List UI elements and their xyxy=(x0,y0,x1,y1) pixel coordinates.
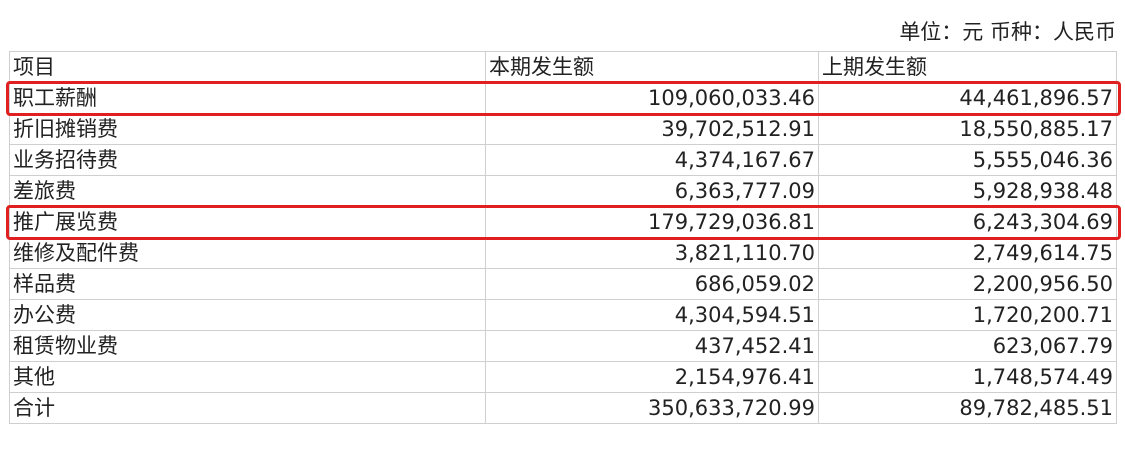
row-item-name: 折旧摊销费 xyxy=(9,113,486,145)
highlight-box xyxy=(5,204,1121,240)
row-previous-amount: 2,749,614.75 xyxy=(818,237,1117,269)
column-header-current-period: 本期发生额 xyxy=(485,51,819,83)
row-item-name: 租赁物业费 xyxy=(9,330,486,362)
total-label: 合计 xyxy=(9,392,486,424)
table-total-row: 合计 350,633,720.99 89,782,485.51 xyxy=(9,392,1117,424)
table-header-row: 项目 本期发生额 上期发生额 xyxy=(9,51,1117,83)
row-current-amount: 4,304,594.51 xyxy=(485,299,819,331)
row-previous-amount: 5,555,046.36 xyxy=(818,144,1117,176)
total-current-amount: 350,633,720.99 xyxy=(485,392,819,424)
table-row: 样品费 686,059.02 2,200,956.50 xyxy=(9,268,1117,300)
row-current-amount: 686,059.02 xyxy=(485,268,819,300)
row-previous-amount: 2,200,956.50 xyxy=(818,268,1117,300)
table-row: 办公费 4,304,594.51 1,720,200.71 xyxy=(9,299,1117,331)
total-previous-amount: 89,782,485.51 xyxy=(818,392,1117,424)
row-item-name: 办公费 xyxy=(9,299,486,331)
column-header-item: 项目 xyxy=(9,51,486,83)
row-current-amount: 6,363,777.09 xyxy=(485,175,819,207)
row-item-name: 维修及配件费 xyxy=(9,237,486,269)
row-item-name: 差旅费 xyxy=(9,175,486,207)
row-previous-amount: 1,748,574.49 xyxy=(818,361,1117,393)
column-header-previous-period: 上期发生额 xyxy=(818,51,1117,83)
row-previous-amount: 623,067.79 xyxy=(818,330,1117,362)
row-previous-amount: 5,928,938.48 xyxy=(818,175,1117,207)
highlight-box xyxy=(5,80,1121,116)
row-current-amount: 2,154,976.41 xyxy=(485,361,819,393)
row-current-amount: 4,374,167.67 xyxy=(485,144,819,176)
row-item-name: 业务招待费 xyxy=(9,144,486,176)
row-current-amount: 437,452.41 xyxy=(485,330,819,362)
table-row: 租赁物业费 437,452.41 623,067.79 xyxy=(9,330,1117,362)
row-item-name: 其他 xyxy=(9,361,486,393)
unit-currency-note: 单位：元 币种：人民币 xyxy=(899,20,1116,44)
table-row: 差旅费 6,363,777.09 5,928,938.48 xyxy=(9,175,1117,207)
table-row: 维修及配件费 3,821,110.70 2,749,614.75 xyxy=(9,237,1117,269)
table-row: 业务招待费 4,374,167.67 5,555,046.36 xyxy=(9,144,1117,176)
row-current-amount: 39,702,512.91 xyxy=(485,113,819,145)
row-previous-amount: 1,720,200.71 xyxy=(818,299,1117,331)
table-row: 其他 2,154,976.41 1,748,574.49 xyxy=(9,361,1117,393)
row-previous-amount: 18,550,885.17 xyxy=(818,113,1117,145)
row-item-name: 样品费 xyxy=(9,268,486,300)
table-row: 折旧摊销费 39,702,512.91 18,550,885.17 xyxy=(9,113,1117,145)
row-current-amount: 3,821,110.70 xyxy=(485,237,819,269)
